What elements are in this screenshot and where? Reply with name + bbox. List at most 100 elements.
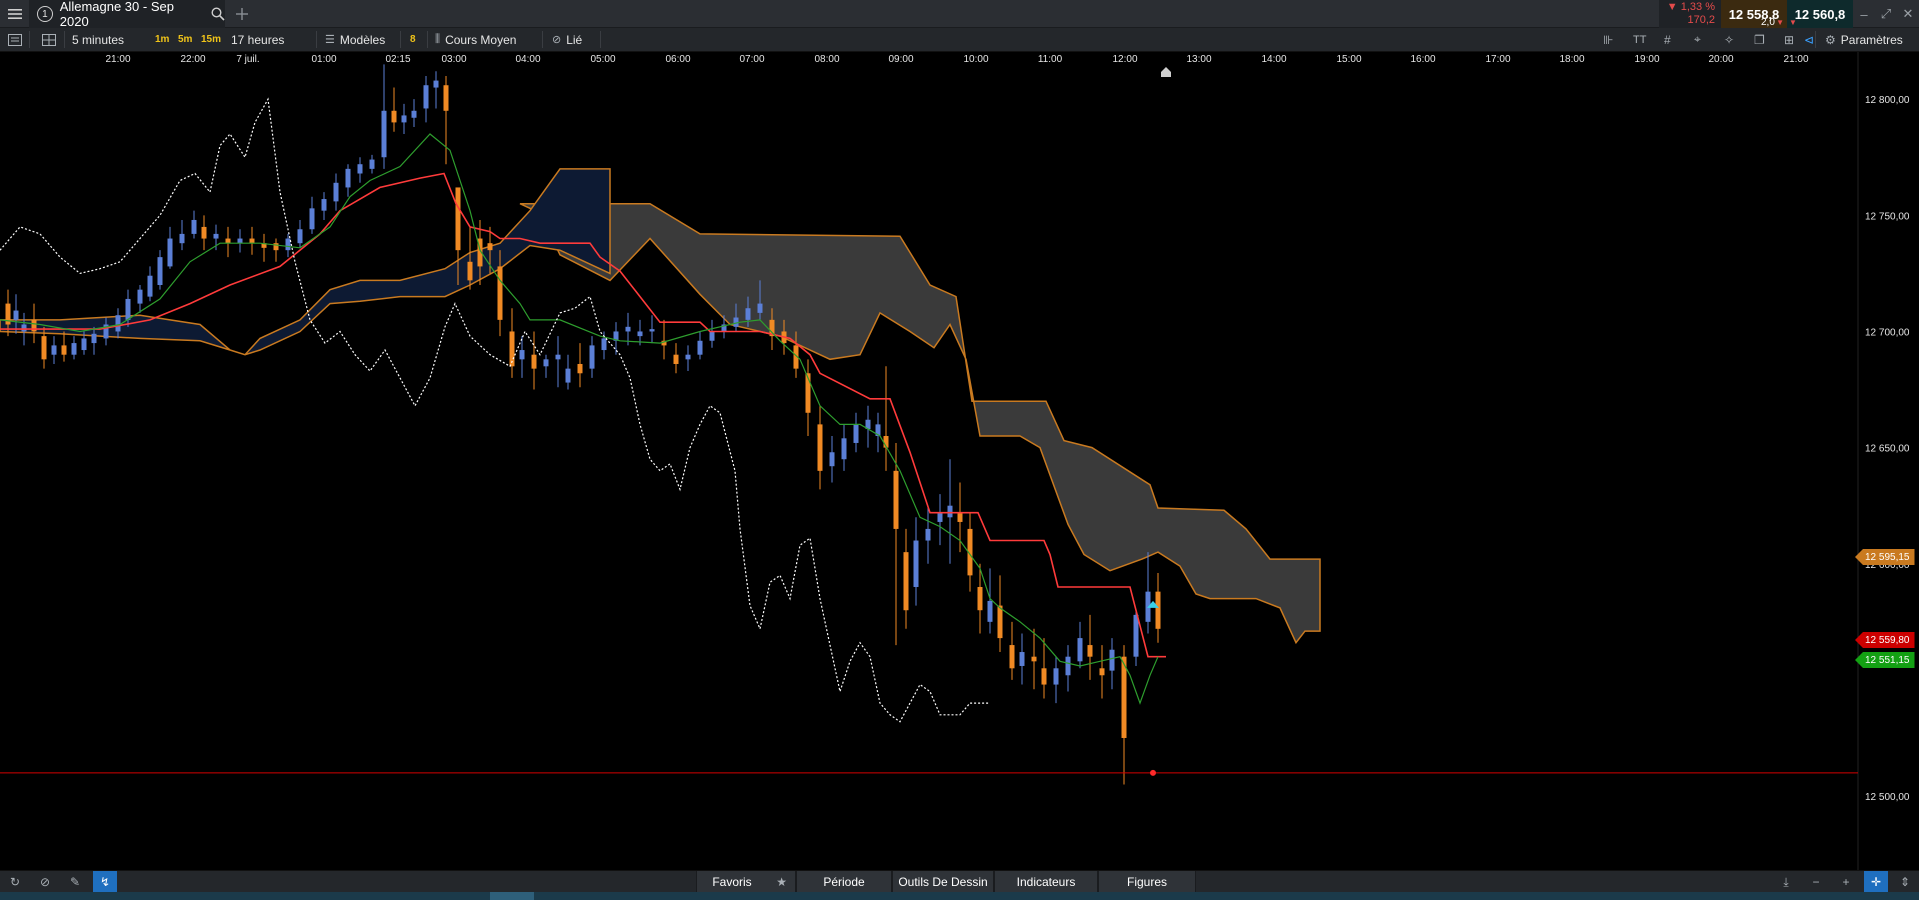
status-indicator bbox=[490, 892, 534, 900]
fit-icon[interactable]: ⇕ bbox=[1893, 871, 1917, 893]
x-tick-label: 14:00 bbox=[1261, 54, 1286, 65]
candle-body bbox=[745, 308, 751, 320]
minimize-icon[interactable]: – bbox=[1853, 0, 1875, 28]
chart-type-button[interactable]: ⫼ Cours Moyen bbox=[435, 28, 516, 51]
x-tick-label: 20:00 bbox=[1708, 54, 1733, 65]
quick-interval-5m[interactable]: 5m bbox=[178, 28, 192, 51]
candle-body bbox=[497, 266, 503, 320]
price-chart[interactable]: 21:00 22:00 7 juil. 01:00 02:15 03:00 04:00 05:… bbox=[0, 52, 1919, 870]
ruler-icon[interactable]: ⊪ bbox=[1603, 28, 1613, 51]
candle-body bbox=[309, 208, 315, 230]
settings-button[interactable]: ⚙ Paramètres bbox=[1825, 28, 1903, 51]
settings-label: Paramètres bbox=[1840, 32, 1903, 47]
chart-list-icon[interactable] bbox=[8, 28, 22, 51]
candle-body bbox=[987, 600, 993, 622]
candles-icon: ⫼ bbox=[435, 33, 441, 45]
x-tick-label: 03:00 bbox=[441, 54, 466, 65]
candle-body bbox=[201, 226, 207, 239]
gear-icon: ⚙ bbox=[1825, 32, 1836, 47]
candle-body bbox=[81, 338, 87, 351]
bottom-bar: ↻ ⊘ ✎ ↯ Favoris ★ Période Outils De Dess… bbox=[0, 870, 1919, 893]
grid-icon[interactable]: # bbox=[1664, 28, 1671, 51]
candle-body bbox=[601, 338, 607, 351]
candle-body bbox=[589, 345, 595, 369]
x-tick-label: 21:00 bbox=[1783, 54, 1808, 65]
close-icon[interactable]: ✕ bbox=[1897, 0, 1919, 28]
candle-body bbox=[543, 359, 549, 367]
interval-select[interactable]: 5 minutes bbox=[72, 28, 124, 51]
candle-body bbox=[997, 605, 1003, 639]
y-tick-label: 12 800,00 bbox=[1865, 95, 1910, 106]
pencil-icon[interactable]: ✎ bbox=[63, 871, 87, 893]
candle-body bbox=[1155, 591, 1161, 629]
crosshair-mode-icon[interactable]: ✛ bbox=[1864, 871, 1888, 893]
clear-icon[interactable]: ⊘ bbox=[33, 871, 57, 893]
link-button[interactable]: ⊘ Lié bbox=[552, 28, 582, 51]
candle-body bbox=[1053, 668, 1059, 685]
spread: 2,0 bbox=[1761, 17, 1775, 28]
x-tick-label: 13:00 bbox=[1186, 54, 1211, 65]
zoom-out-icon[interactable]: − bbox=[1804, 871, 1828, 893]
candle-body bbox=[1121, 656, 1127, 738]
chikou-span-line bbox=[0, 97, 990, 723]
search-icon[interactable] bbox=[211, 7, 225, 21]
link-icon: ⊘ bbox=[552, 34, 562, 46]
templates-icon: ☰ bbox=[325, 34, 335, 46]
x-tick-label: 04:00 bbox=[515, 54, 540, 65]
layout-icon[interactable] bbox=[42, 28, 56, 51]
candle-body bbox=[1019, 652, 1025, 666]
candle-body bbox=[455, 187, 461, 251]
x-tick-label: 21:00 bbox=[105, 54, 130, 65]
quick-interval-1m[interactable]: 1m bbox=[155, 28, 169, 51]
indicators-tab[interactable]: Indicateurs bbox=[994, 871, 1098, 893]
zoom-in-icon[interactable]: + bbox=[1834, 871, 1858, 893]
sell-price-button[interactable]: 12 558,8 ▼ bbox=[1721, 0, 1787, 28]
candle-body bbox=[957, 512, 963, 522]
candle-body bbox=[51, 345, 57, 355]
menu-icon[interactable] bbox=[0, 0, 29, 28]
x-tick-label: 10:00 bbox=[963, 54, 988, 65]
templates-button[interactable]: ☰ Modèles bbox=[325, 28, 385, 51]
crosshair-icon[interactable]: ⌖ bbox=[1694, 28, 1701, 51]
x-tick-label: 01:00 bbox=[311, 54, 336, 65]
candle-body bbox=[237, 238, 243, 244]
buy-price: 12 560,8 bbox=[1794, 6, 1846, 22]
drawing-tools-tab[interactable]: Outils De Dessin bbox=[892, 871, 994, 893]
export-icon[interactable]: ⤓ bbox=[1774, 871, 1798, 893]
figures-tab[interactable]: Figures bbox=[1098, 871, 1196, 893]
candle-body bbox=[937, 512, 943, 522]
sell-down-arrow-icon: ▼ bbox=[1776, 18, 1784, 27]
quick-interval-15m[interactable]: 15m bbox=[201, 28, 221, 51]
candle-body bbox=[1087, 645, 1093, 657]
candle-body bbox=[637, 331, 643, 337]
x-tick-label: 12:00 bbox=[1112, 54, 1137, 65]
candle-body bbox=[21, 324, 27, 332]
drawing-icon[interactable]: ✧ bbox=[1724, 28, 1734, 51]
event-marker-icon bbox=[1161, 67, 1171, 77]
auto-trend-icon[interactable]: ↯ bbox=[93, 871, 117, 893]
current-price-tag: 12 559,80 bbox=[1855, 632, 1915, 648]
plus-icon bbox=[236, 8, 248, 20]
link-label: Lié bbox=[566, 32, 583, 47]
candle-body bbox=[673, 354, 679, 364]
candle-body bbox=[369, 159, 375, 169]
y-tick-label: 12 750,00 bbox=[1865, 211, 1910, 222]
period-select[interactable]: 17 heures bbox=[231, 28, 284, 51]
buy-price-button[interactable]: 12 560,8 ▼ bbox=[1787, 0, 1853, 28]
candle-body bbox=[157, 257, 163, 286]
label-icon[interactable]: ⊲ bbox=[1790, 28, 1814, 51]
candle-body bbox=[179, 233, 185, 244]
candle-body bbox=[531, 354, 537, 369]
favorites-tab[interactable]: Favoris ★ bbox=[696, 871, 796, 893]
period-tab[interactable]: Période bbox=[796, 871, 892, 893]
expand-icon[interactable]: ⤢ bbox=[1875, 0, 1897, 28]
text-size-icon[interactable]: TT bbox=[1633, 28, 1646, 51]
candle-body bbox=[423, 85, 429, 109]
y-tick-label: 12 500,00 bbox=[1865, 792, 1910, 803]
refresh-icon[interactable]: ↻ bbox=[3, 871, 27, 893]
chart-canvas[interactable]: 21:00 22:00 7 juil. 01:00 02:15 03:00 04:00 05:… bbox=[0, 52, 1919, 870]
candle-body bbox=[947, 505, 953, 518]
add-tab-button[interactable] bbox=[232, 0, 252, 28]
copy-icon[interactable]: ❐ bbox=[1754, 28, 1765, 51]
instrument-tab[interactable]: 1 Allemagne 30 - Sep 2020 bbox=[29, 0, 225, 29]
